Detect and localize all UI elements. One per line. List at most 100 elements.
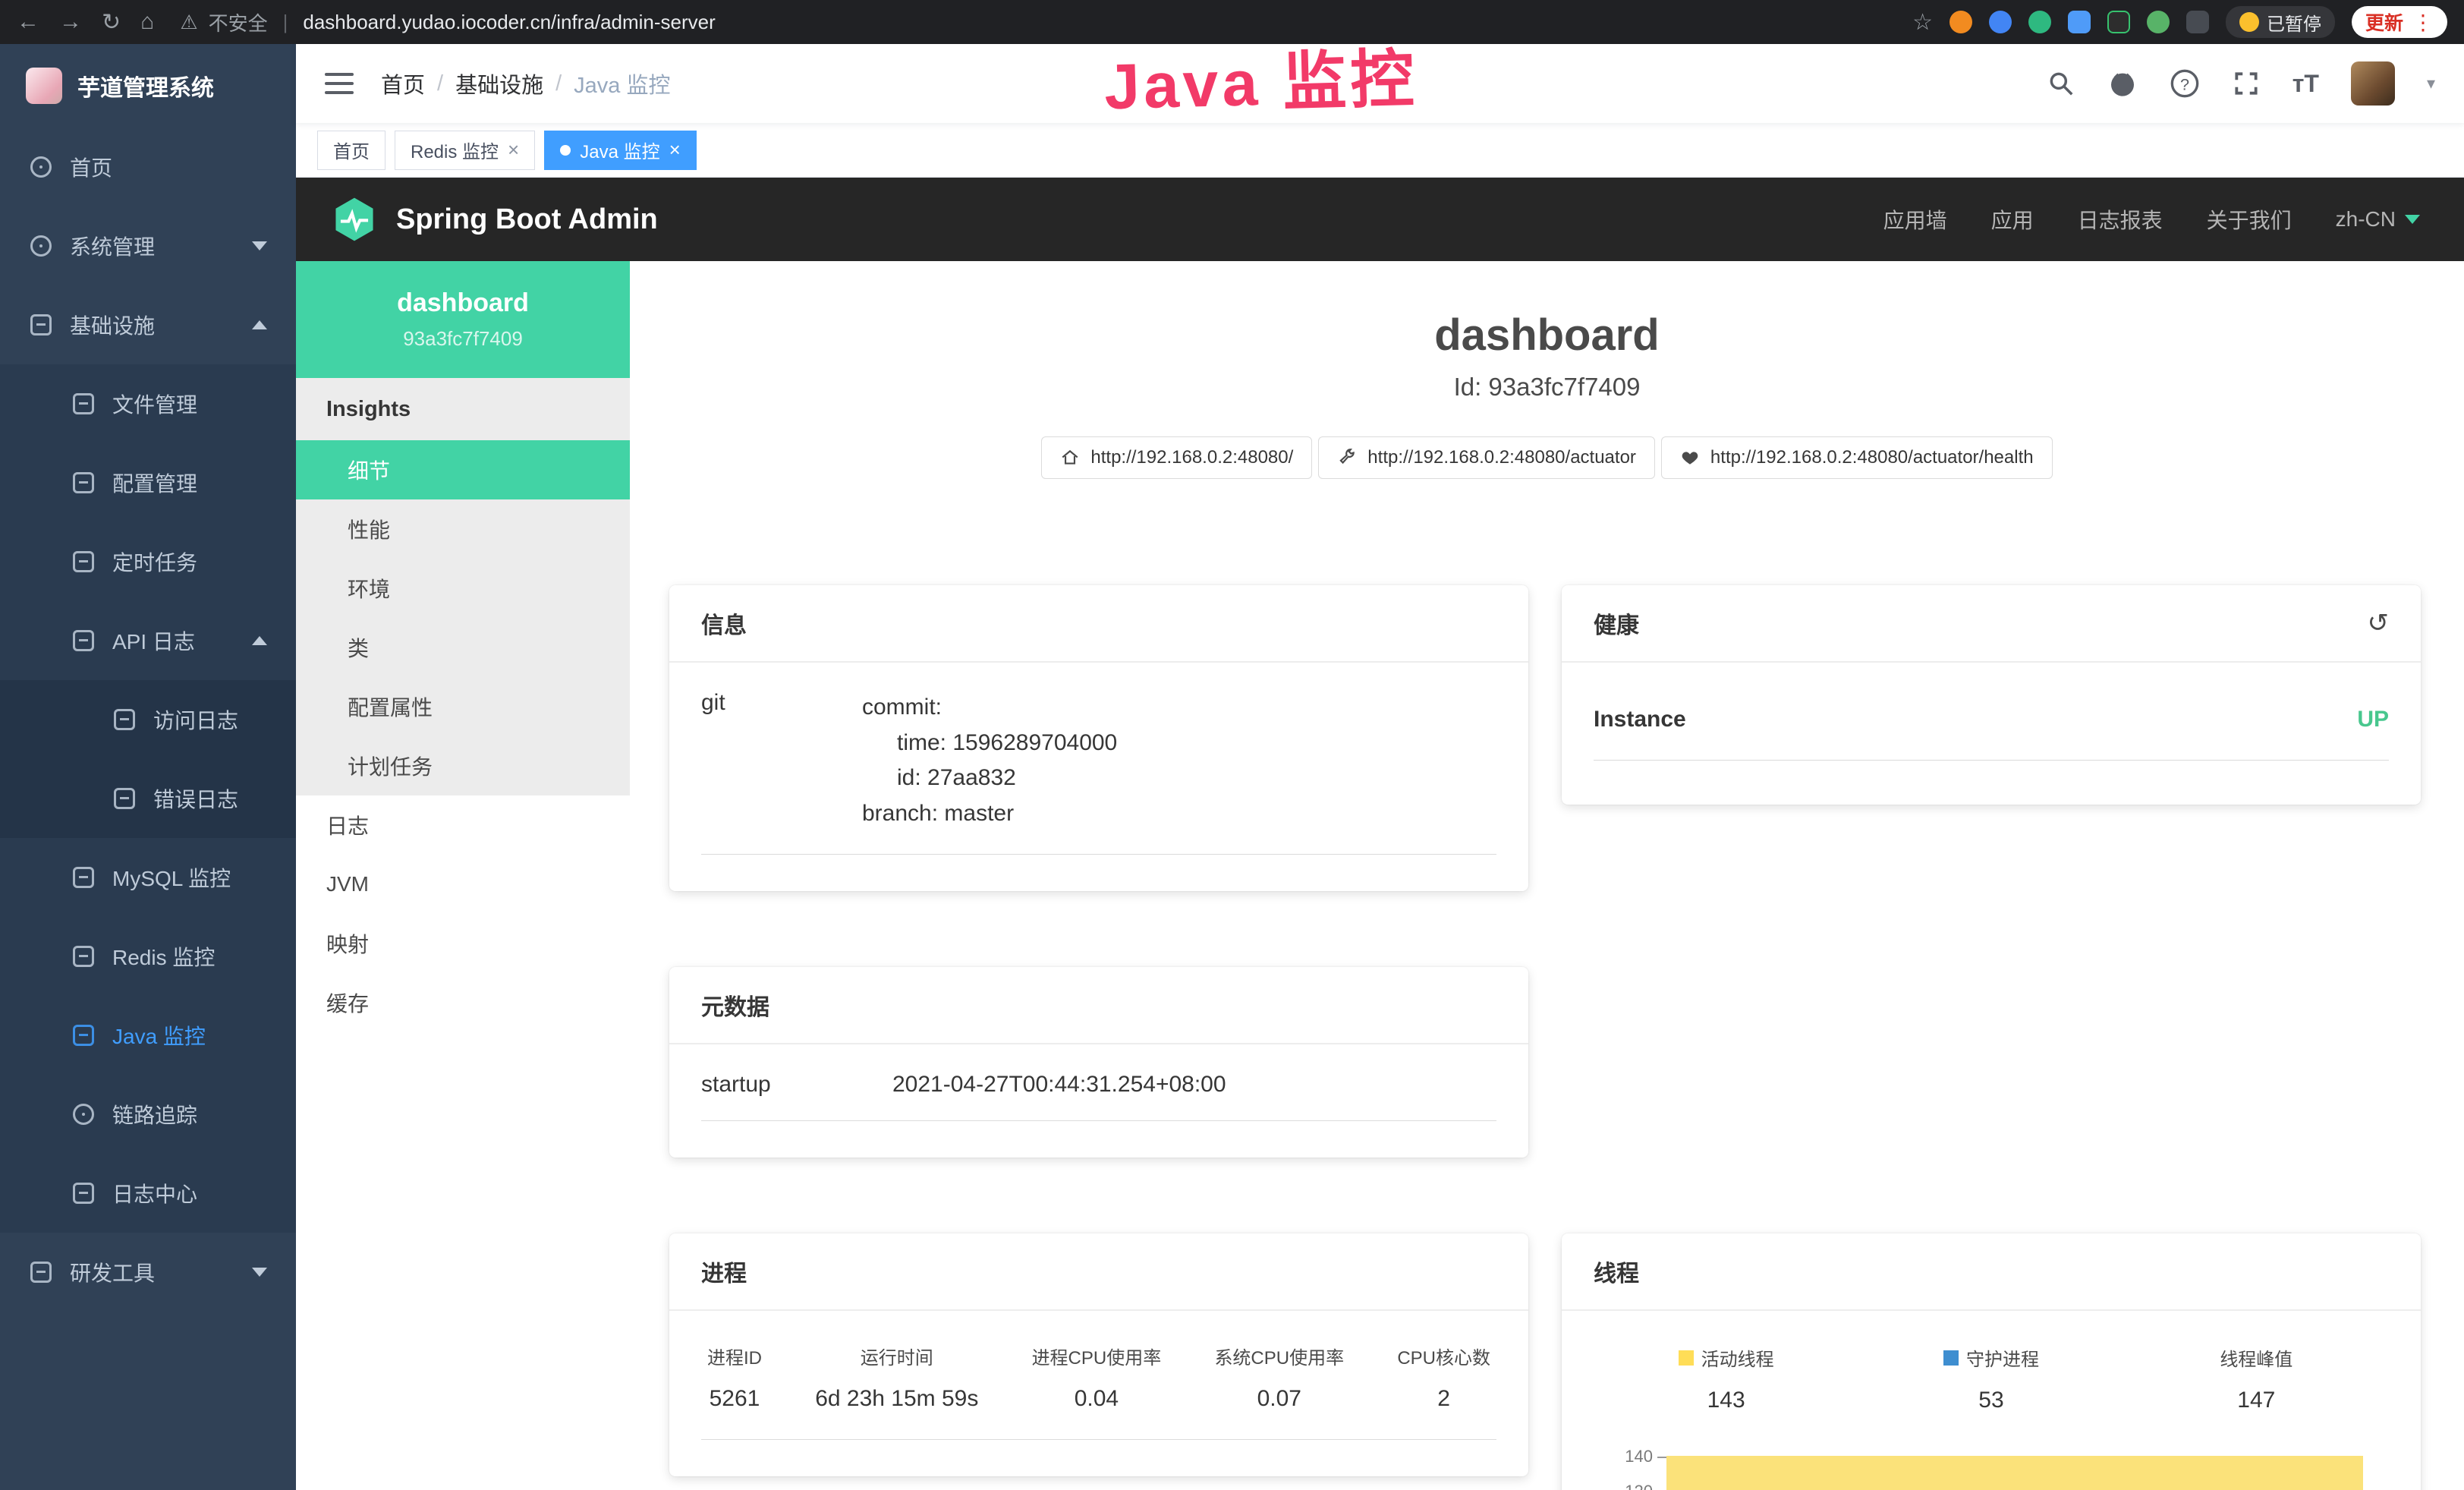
extension-icon[interactable] (2068, 11, 2091, 33)
tab-redis-monitor[interactable]: Redis 监控 × (395, 131, 535, 170)
reload-icon[interactable]: ↻ (102, 9, 121, 36)
chevron-down-icon (252, 1268, 267, 1277)
forward-icon[interactable]: → (59, 9, 82, 35)
mysql-icon (73, 867, 94, 888)
github-icon[interactable] (2107, 68, 2138, 99)
font-size-icon[interactable]: тT (2292, 70, 2319, 98)
user-avatar[interactable] (2351, 61, 2395, 106)
close-icon[interactable]: × (508, 138, 519, 162)
gear-icon (30, 235, 52, 257)
breadcrumb-home[interactable]: 首页 (381, 68, 425, 99)
metric-value: 0.07 (1214, 1386, 1344, 1412)
sba-menu-details[interactable]: 细节 (296, 440, 630, 499)
breadcrumb-separator: / (437, 71, 443, 96)
legend-daemon-threads: 守护进程 53 (1858, 1344, 2123, 1413)
sidebar-item-label: 文件管理 (112, 389, 197, 419)
paused-label: 已暂停 (2267, 9, 2321, 36)
hamburger-icon[interactable] (325, 73, 354, 94)
health-instance-row[interactable]: Instance UP (1594, 698, 2389, 761)
link-url: http://192.168.0.2:48080/actuator/health (1710, 447, 2034, 468)
sidebar-item-dev-tools[interactable]: 研发工具 (0, 1233, 296, 1312)
sba-nav-about[interactable]: 关于我们 (2207, 204, 2292, 235)
svg-text:?: ? (2180, 74, 2189, 93)
sba-brand[interactable]: Spring Boot Admin (331, 196, 658, 243)
breadcrumb-current: Java 监控 (574, 68, 670, 99)
sidebar-item-access-logs[interactable]: 访问日志 (0, 680, 296, 759)
sidebar-item-log-center[interactable]: 日志中心 (0, 1154, 296, 1233)
browser-home-icon[interactable]: ⌂ (140, 9, 154, 35)
fullscreen-icon[interactable] (2232, 69, 2261, 98)
close-icon[interactable]: × (669, 138, 681, 162)
sidebar-item-error-logs[interactable]: 错误日志 (0, 759, 296, 838)
sba-instance-header[interactable]: dashboard 93a3fc7f7409 (296, 261, 630, 378)
sidebar-item-file-management[interactable]: 文件管理 (0, 364, 296, 443)
sidebar-item-home[interactable]: 首页 (0, 128, 296, 206)
sidebar-item-infrastructure[interactable]: 基础设施 (0, 285, 296, 364)
log-center-icon (73, 1183, 94, 1204)
sidebar-item-link-tracing[interactable]: 链路追踪 (0, 1075, 296, 1154)
extension-icon[interactable] (2186, 11, 2209, 33)
actuator-url-link[interactable]: http://192.168.0.2:48080/actuator (1318, 436, 1655, 479)
sidebar-item-scheduled-tasks[interactable]: 定时任务 (0, 522, 296, 601)
tab-java-monitor[interactable]: Java 监控 × (544, 131, 697, 170)
back-icon[interactable]: ← (17, 9, 39, 35)
tab-home[interactable]: 首页 (317, 131, 385, 170)
avatar-caret-icon[interactable]: ▾ (2427, 74, 2435, 93)
metadata-key: startup (701, 1072, 892, 1098)
help-icon[interactable]: ? (2170, 68, 2200, 99)
app-sidebar: 芋道管理系统 首页 系统管理 基础设施 文件管理 配置管理 定时任务 (0, 44, 296, 1490)
address-bar[interactable]: ⚠ 不安全 | dashboard.yudao.iocoder.cn/infra… (180, 8, 716, 36)
sidebar-item-label: 日志中心 (112, 1178, 197, 1208)
sidebar-item-label: 访问日志 (153, 704, 238, 735)
breadcrumb-infrastructure[interactable]: 基础设施 (455, 68, 543, 99)
app-logo-row[interactable]: 芋道管理系统 (0, 44, 296, 128)
paused-badge[interactable]: 已暂停 (2226, 6, 2335, 38)
extension-icon[interactable] (2107, 11, 2130, 33)
sba-nav-wallboard[interactable]: 应用墙 (1883, 204, 1947, 235)
card-title: 线程 (1594, 1255, 1639, 1288)
sba-menu-config-props[interactable]: 配置属性 (296, 677, 630, 736)
sba-menu-mappings[interactable]: 映射 (296, 914, 630, 973)
java-monitor-icon (73, 1025, 94, 1046)
sidebar-item-config-management[interactable]: 配置管理 (0, 443, 296, 522)
sba-menu-classes[interactable]: 类 (296, 618, 630, 677)
info-card: 信息 git commit: time: 1596289704000 id: 2… (669, 585, 1528, 891)
extension-icon[interactable] (2147, 11, 2170, 33)
update-button[interactable]: 更新 ⋮ (2352, 6, 2447, 38)
extension-icon[interactable] (1949, 11, 1972, 33)
sidebar-item-java-monitor[interactable]: Java 监控 (0, 996, 296, 1075)
sba-nav-applications[interactable]: 应用 (1991, 204, 2034, 235)
history-icon[interactable]: ↺ (2368, 608, 2390, 638)
extension-icon[interactable] (1989, 11, 2012, 33)
sba-locale-select[interactable]: zh-CN (2336, 207, 2420, 232)
extension-icon[interactable] (2028, 11, 2051, 33)
service-url-link[interactable]: http://192.168.0.2:48080/ (1041, 436, 1312, 479)
sba-menu-caches[interactable]: 缓存 (296, 973, 630, 1032)
sba-menu-metrics[interactable]: 性能 (296, 499, 630, 559)
metric-uptime: 运行时间 6d 23h 15m 59s (815, 1343, 978, 1412)
sba-menu-jvm[interactable]: JVM (296, 855, 630, 914)
sba-menu-logs[interactable]: 日志 (296, 795, 630, 855)
sidebar-item-api-logs[interactable]: API 日志 (0, 601, 296, 680)
search-icon[interactable] (2047, 69, 2075, 98)
sidebar-item-mysql-monitor[interactable]: MySQL 监控 (0, 838, 296, 917)
card-title: 健康 (1594, 606, 1639, 640)
metric-system-cpu: 系统CPU使用率 0.07 (1214, 1343, 1344, 1412)
app-title: 芋道管理系统 (77, 69, 214, 102)
tools-icon (30, 1262, 52, 1283)
sba-section-insights: Insights (296, 378, 630, 440)
sba-menu-environment[interactable]: 环境 (296, 559, 630, 618)
health-url-link[interactable]: http://192.168.0.2:48080/actuator/health (1661, 436, 2053, 479)
sidebar-item-redis-monitor[interactable]: Redis 监控 (0, 917, 296, 996)
kebab-menu-icon[interactable]: ⋮ (2412, 10, 2434, 35)
y-tick: 120 (1594, 1482, 1666, 1490)
sidebar-item-label: 定时任务 (112, 547, 197, 577)
sba-menu-scheduled-tasks[interactable]: 计划任务 (296, 736, 630, 795)
sba-nav-journal[interactable]: 日志报表 (2078, 204, 2163, 235)
sidebar-item-system-management[interactable]: 系统管理 (0, 206, 296, 285)
metric-value: 2 (1397, 1386, 1490, 1412)
health-row-label: Instance (1594, 707, 1686, 732)
bookmark-star-icon[interactable]: ☆ (1912, 9, 1933, 36)
warning-icon: ⚠ (180, 11, 197, 34)
metadata-startup-row: startup 2021-04-27T00:44:31.254+08:00 (701, 1072, 1496, 1121)
